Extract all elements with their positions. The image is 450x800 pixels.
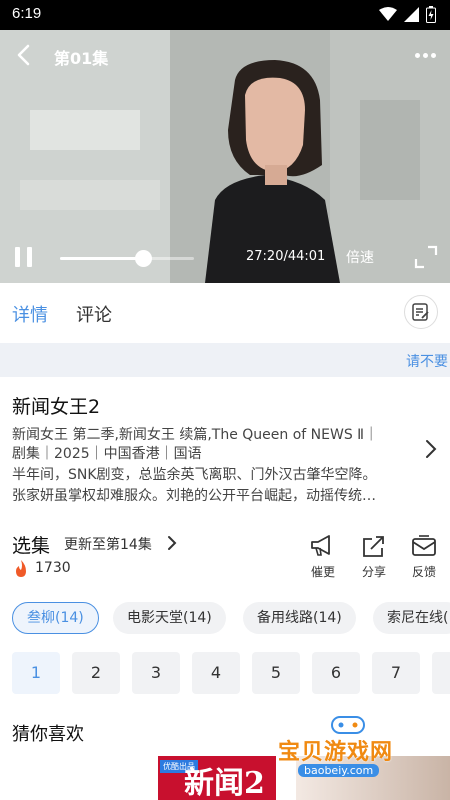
recommend-card[interactable] (296, 756, 450, 800)
chevron-right-icon[interactable] (422, 438, 440, 460)
video-player[interactable]: 第01集 27:20/44:01 倍速 (0, 30, 450, 283)
episode-button[interactable] (432, 652, 450, 694)
chevron-left-icon (17, 44, 30, 66)
more-dot (414, 52, 420, 58)
episode-button[interactable]: 2 (72, 652, 120, 694)
status-icons (379, 6, 436, 23)
popularity-count: 1730 (35, 560, 71, 576)
episode-button[interactable]: 4 (192, 652, 240, 694)
feedback-button[interactable]: 反馈 (404, 533, 444, 580)
note-button[interactable] (404, 295, 438, 329)
episodes-header: 选集 更新至第14集 1730 催更 分享 反馈 (0, 525, 450, 585)
fire-icon (16, 560, 26, 577)
more-dot (422, 52, 428, 58)
player-controls: 27:20/44:01 倍速 (0, 231, 450, 283)
more-button[interactable] (410, 44, 440, 66)
episode-button[interactable]: 3 (132, 652, 180, 694)
remind-button[interactable]: 催更 (303, 533, 343, 580)
episode-button[interactable]: 7 (372, 652, 420, 694)
episode-button[interactable]: 1 (12, 652, 60, 694)
fullscreen-icon (414, 245, 438, 269)
more-dot (430, 52, 436, 58)
wifi-icon (379, 7, 397, 21)
source-chip[interactable]: 索尼在线( (373, 602, 450, 634)
show-synopsis-line1: 半年间，SNK剧变，总监余英飞离职、门外汉古肇华空降。 (12, 467, 377, 483)
show-aliases: 新闻女王 第二季,新闻女王 续篇,The Queen of NEWS Ⅱ｜ (12, 427, 379, 443)
edit-note-icon (412, 303, 429, 321)
tab-comments[interactable]: 评论 (76, 301, 112, 327)
player-top-bar: 第01集 (0, 30, 450, 82)
progress-bar[interactable] (60, 250, 194, 267)
share-label: 分享 (361, 565, 386, 579)
status-time: 6:19 (12, 5, 42, 22)
recommend-title: 猜你喜欢 (12, 724, 84, 745)
signal-icon (404, 7, 419, 22)
share-button[interactable]: 分享 (354, 533, 394, 580)
recommend-list: 优酷出品 新闻2 (0, 756, 450, 800)
mail-icon (412, 535, 436, 556)
source-chip[interactable]: 备用线路(14) (243, 602, 356, 634)
episodes-title: 选集 (12, 535, 51, 557)
fullscreen-button[interactable] (414, 245, 438, 269)
status-bar: 6:19 (0, 0, 450, 30)
playback-time: 27:20/44:01 (246, 249, 326, 264)
show-title: 新闻女王2 (12, 396, 101, 418)
share-icon (363, 536, 384, 557)
source-chip[interactable]: 叁柳(14) (12, 602, 99, 634)
detail-tabs: 详情 评论 (0, 283, 450, 343)
back-button[interactable] (8, 40, 38, 70)
pause-icon-bar (15, 247, 20, 267)
remind-label: 催更 (310, 565, 335, 579)
notice-bar: 请不要 (0, 343, 450, 377)
feedback-label: 反馈 (411, 565, 436, 579)
source-chip[interactable]: 电影天堂(14) (113, 602, 226, 634)
progress-thumb[interactable] (135, 250, 153, 267)
show-synopsis-line2: 张家妍虽掌权却难服众。刘艳的公开平台崛起，动摇传统… (12, 488, 376, 504)
recommend-card-title: 新闻2 (184, 766, 265, 800)
update-status[interactable]: 更新至第14集 (64, 534, 152, 554)
episode-button[interactable]: 6 (312, 652, 360, 694)
tab-details[interactable]: 详情 (12, 301, 48, 327)
show-info[interactable]: 新闻女王2 新闻女王 第二季,新闻女王 续篇,The Queen of NEWS… (0, 378, 450, 510)
notice-text: 请不要 (406, 354, 448, 370)
battery-icon (426, 6, 436, 23)
pause-icon-bar (27, 247, 32, 267)
recommend-card[interactable]: 优酷出品 新闻2 (158, 756, 276, 800)
pause-button[interactable] (12, 245, 36, 269)
gamepad-icon (331, 716, 365, 734)
megaphone-icon (311, 535, 330, 556)
speed-button[interactable]: 倍速 (346, 247, 374, 267)
episode-title: 第01集 (54, 49, 109, 68)
episode-grid: 1 2 3 4 5 6 7 (0, 652, 450, 696)
episode-button[interactable]: 5 (252, 652, 300, 694)
progress-fill (60, 257, 144, 260)
source-list: 叁柳(14) 电影天堂(14) 备用线路(14) 索尼在线( (0, 600, 450, 636)
show-meta: 剧集｜2025｜中国香港｜国语 (12, 446, 202, 462)
chevron-right-icon[interactable] (166, 535, 178, 551)
